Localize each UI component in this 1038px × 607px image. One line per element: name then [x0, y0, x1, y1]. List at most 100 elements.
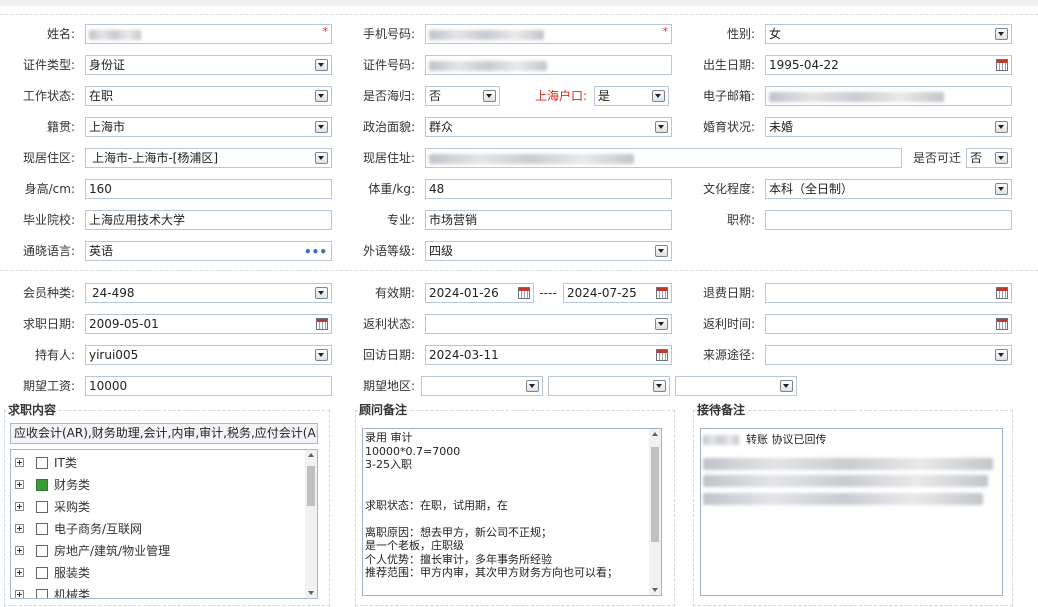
rebate-status-select[interactable]	[425, 314, 672, 334]
checkbox[interactable]	[36, 479, 48, 491]
birth-date-field[interactable]: 1995-04-22	[765, 55, 1012, 75]
returnee-select[interactable]: 否	[425, 86, 500, 106]
scroll-down-icon[interactable]	[308, 591, 314, 595]
chevron-down-icon[interactable]	[780, 380, 793, 392]
advisor-notes-textarea[interactable]: 录用 审计 10000*0.7=7000 3-25入职 求职状态：在职，试用期，在 离职…	[362, 428, 662, 596]
area-district-select[interactable]	[675, 376, 797, 396]
marital-select[interactable]: 未婚	[765, 117, 1012, 137]
weight-label: 体重/kg:	[368, 182, 415, 196]
calendar-icon[interactable]	[996, 318, 1008, 330]
chevron-down-icon[interactable]	[653, 380, 666, 392]
calendar-icon[interactable]	[996, 59, 1008, 71]
chevron-down-icon[interactable]	[995, 183, 1008, 195]
checkbox[interactable]	[36, 589, 48, 598]
salary-field[interactable]: 10000	[85, 376, 332, 396]
checkbox[interactable]	[36, 545, 48, 557]
political-select[interactable]: 群众	[425, 117, 672, 137]
visit-date-field[interactable]: 2024-03-11	[425, 345, 672, 365]
rebate-time-field[interactable]	[765, 314, 1012, 334]
member-type-select[interactable]: 24-498	[85, 283, 332, 303]
address-field[interactable]	[425, 148, 902, 168]
checkbox[interactable]	[36, 457, 48, 469]
expand-icon[interactable]	[15, 480, 24, 489]
tree-item[interactable]: 房地产/建筑/物业管理	[11, 540, 301, 562]
tree-item[interactable]: 电子商务/互联网	[11, 518, 301, 540]
education-select[interactable]: 本科（全日制）	[765, 179, 1012, 199]
checkbox[interactable]	[36, 501, 48, 513]
weight-field[interactable]: 48	[425, 179, 672, 199]
scroll-up-icon[interactable]	[308, 453, 314, 457]
expand-icon[interactable]	[15, 524, 24, 533]
chevron-down-icon[interactable]	[995, 121, 1008, 133]
language-field[interactable]: 英语 •••	[85, 241, 332, 261]
height-field[interactable]: 160	[85, 179, 332, 199]
expand-icon[interactable]	[15, 590, 24, 598]
tree-item[interactable]: 机械类	[11, 584, 301, 598]
chevron-down-icon[interactable]	[315, 349, 328, 361]
chevron-down-icon[interactable]	[995, 152, 1008, 164]
phone-field[interactable]: *	[425, 24, 672, 44]
chevron-down-icon[interactable]	[315, 287, 328, 299]
major-field[interactable]: 市场营销	[425, 210, 672, 230]
notes-scrollbar[interactable]	[649, 429, 661, 595]
workstatus-label: 工作状态:	[22, 89, 75, 103]
chevron-down-icon[interactable]	[655, 121, 668, 133]
chevron-down-icon[interactable]	[315, 121, 328, 133]
area-province-select[interactable]	[421, 376, 543, 396]
school-field[interactable]: 上海应用技术大学	[85, 210, 332, 230]
chevron-down-icon[interactable]	[655, 318, 668, 330]
scroll-thumb[interactable]	[651, 447, 659, 542]
calendar-icon[interactable]	[996, 287, 1008, 299]
name-field[interactable]: *	[85, 24, 332, 44]
idno-field[interactable]	[425, 55, 672, 75]
tree-scrollbar[interactable]	[305, 450, 317, 598]
job-content-summary[interactable]: 应收会计(AR),财务助理,会计,内审,审计,税务,应付会计(AP)	[10, 423, 318, 444]
expand-icon[interactable]	[15, 568, 24, 577]
calendar-icon[interactable]	[656, 349, 668, 361]
reception-notes-textarea[interactable]: 转账 协议已回传	[700, 428, 1003, 596]
checkbox[interactable]	[36, 523, 48, 535]
tree-item[interactable]: 服装类	[11, 562, 301, 584]
chevron-down-icon[interactable]	[652, 90, 665, 102]
tree-item[interactable]: 财务类	[11, 474, 301, 496]
relocate-select[interactable]: 否	[966, 148, 1012, 168]
chevron-down-icon[interactable]	[995, 349, 1008, 361]
expand-icon[interactable]	[15, 546, 24, 555]
gender-select[interactable]: 女	[765, 24, 1012, 44]
source-select[interactable]	[765, 345, 1012, 365]
idtype-select[interactable]: 身份证	[85, 55, 332, 75]
calendar-icon[interactable]	[656, 287, 668, 299]
chevron-down-icon[interactable]	[315, 59, 328, 71]
chevron-down-icon[interactable]	[995, 28, 1008, 40]
chevron-down-icon[interactable]	[655, 245, 668, 257]
more-icon[interactable]: •••	[304, 243, 327, 260]
shhukou-select[interactable]: 是	[594, 86, 669, 106]
calendar-icon[interactable]	[316, 318, 328, 330]
residence-area-select[interactable]: 上海市-上海市-[杨浦区]	[85, 148, 332, 168]
chevron-down-icon[interactable]	[526, 380, 539, 392]
scroll-up-icon[interactable]	[652, 432, 658, 436]
holder-select[interactable]: yirui005	[85, 345, 332, 365]
tree-item[interactable]: 采购类	[11, 496, 301, 518]
email-field[interactable]	[765, 86, 1012, 106]
scroll-thumb[interactable]	[307, 466, 315, 506]
refund-date-field[interactable]	[765, 283, 1012, 303]
calendar-icon[interactable]	[518, 287, 530, 299]
native-select[interactable]: 上海市	[85, 117, 332, 137]
chevron-down-icon[interactable]	[315, 90, 328, 102]
job-date-field[interactable]: 2009-05-01	[85, 314, 332, 334]
valid-to-field[interactable]: 2024-07-25	[563, 283, 672, 303]
tree-item[interactable]: IT类	[11, 452, 301, 474]
workstatus-select[interactable]: 在职	[85, 86, 332, 106]
chevron-down-icon[interactable]	[315, 152, 328, 164]
title-field[interactable]	[765, 210, 1012, 230]
valid-from-field[interactable]: 2024-01-26	[425, 283, 534, 303]
area-city-select[interactable]	[548, 376, 670, 396]
checkbox[interactable]	[36, 567, 48, 579]
chevron-down-icon[interactable]	[483, 90, 496, 102]
job-category-tree[interactable]: IT类 财务类 采购类 电子商务/互联网 房地产/建筑/物业管理 服装类 机械类	[10, 449, 318, 599]
scroll-down-icon[interactable]	[652, 588, 658, 592]
expand-icon[interactable]	[15, 458, 24, 467]
expand-icon[interactable]	[15, 502, 24, 511]
lang-level-select[interactable]: 四级	[425, 241, 672, 261]
